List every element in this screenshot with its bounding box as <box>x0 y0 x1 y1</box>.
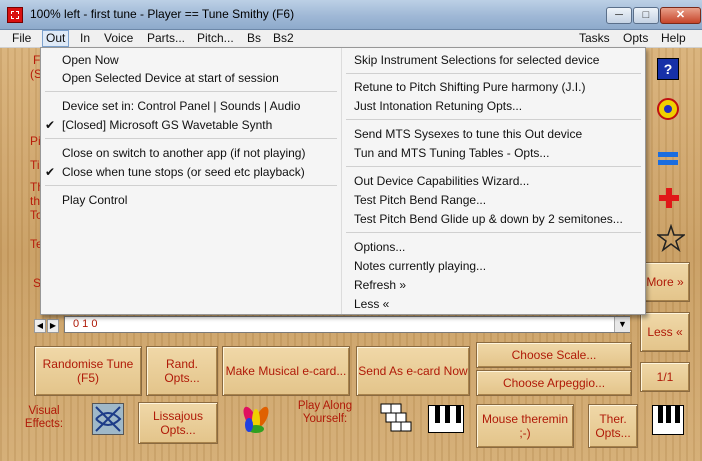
menu-item-ji-retuning-opts[interactable]: Just Intonation Retuning Opts... <box>342 97 645 115</box>
menu-item-gs-wavetable-synth[interactable]: ✔ [Closed] Microsoft GS Wavetable Synth <box>41 116 341 134</box>
menu-pitch[interactable]: Pitch... <box>194 31 237 46</box>
play-along-label: Play Along Yourself: <box>297 400 353 425</box>
menu-parts[interactable]: Parts... <box>144 31 188 46</box>
menu-file[interactable]: File <box>9 31 34 46</box>
randomise-tune-button[interactable]: Randomise Tune (F5) <box>34 346 142 396</box>
choose-scale-button[interactable]: Choose Scale... <box>476 342 632 368</box>
menu-separator <box>45 138 337 139</box>
out-menu-dropdown: Open Now Open Selected Device at start o… <box>40 47 646 315</box>
maximize-button[interactable]: □ <box>633 7 659 24</box>
menu-tasks[interactable]: Tasks <box>576 31 613 46</box>
lissajous-opts-button[interactable]: Lissajous Opts... <box>138 402 218 444</box>
combo-dropdown-button[interactable]: ▼ <box>614 317 630 332</box>
target-icon[interactable] <box>657 98 679 120</box>
menu-item-refresh[interactable]: Refresh » <box>342 276 645 294</box>
help-icon[interactable]: ? <box>657 58 679 80</box>
menu-separator <box>346 232 641 233</box>
choose-arpeggio-button[interactable]: Choose Arpeggio... <box>476 370 632 396</box>
menu-separator <box>346 166 641 167</box>
piano-icon[interactable] <box>428 405 464 433</box>
app-icon[interactable] <box>7 7 23 23</box>
menu-item-retune-pure-harmony[interactable]: Retune to Pitch Shifting Pure harmony (J… <box>342 78 645 96</box>
close-button[interactable]: ✕ <box>660 7 701 24</box>
make-musical-ecard-button[interactable]: Make Musical e-card... <box>222 346 350 396</box>
hidden-label-6: th <box>30 194 41 208</box>
menu-voice[interactable]: Voice <box>101 31 136 46</box>
menu-item-device-set-in[interactable]: Device set in: Control Panel | Sounds | … <box>41 97 341 115</box>
window-title: 100% left - first tune - Player == Tune … <box>30 7 295 21</box>
menu-in[interactable]: In <box>77 31 93 46</box>
menu-bs[interactable]: Bs <box>244 31 264 46</box>
seed-combo[interactable]: 0 1 0 <box>64 316 630 333</box>
star-icon[interactable] <box>655 223 687 253</box>
checkmark-icon: ✔ <box>45 118 56 132</box>
equals-icon[interactable] <box>657 148 679 170</box>
menu-item-options[interactable]: Options... <box>342 238 645 256</box>
title-bar: 100% left - first tune - Player == Tune … <box>0 0 702 30</box>
out-menu-left-column: Open Now Open Selected Device at start o… <box>41 48 342 314</box>
send-ecard-button[interactable]: Send As e-card Now <box>356 346 470 396</box>
menu-item-close-when-tune-stops[interactable]: ✔ Close when tune stops (or seed etc play… <box>41 163 341 181</box>
scroll-left-button[interactable]: ◀ <box>34 319 46 333</box>
visual-effects-label: Visual Effects: <box>24 405 64 430</box>
menu-item-skip-instrument-selections[interactable]: Skip Instrument Selections for selected … <box>342 51 645 69</box>
menu-item-less[interactable]: Less « <box>342 295 645 313</box>
menu-out[interactable]: Out <box>42 30 70 47</box>
more-button[interactable]: More » <box>640 262 690 302</box>
steps-icon[interactable] <box>380 403 416 433</box>
checkmark-icon: ✔ <box>45 165 56 179</box>
menu-bar: File Out In Voice Parts... Pitch... Bs B… <box>0 30 702 48</box>
minimize-button[interactable]: ─ <box>606 7 632 24</box>
plus-icon[interactable] <box>659 188 681 210</box>
menu-separator <box>45 185 337 186</box>
menu-item-notes-playing[interactable]: Notes currently playing... <box>342 257 645 275</box>
page-indicator-button[interactable]: 1/1 <box>640 362 690 392</box>
menu-item-close-on-switch[interactable]: Close on switch to another app (if not p… <box>41 144 341 162</box>
hidden-label-4: Ti <box>30 158 40 172</box>
rand-opts-button[interactable]: Rand. Opts... <box>146 346 218 396</box>
menu-separator <box>346 73 641 74</box>
menu-bs2[interactable]: Bs2 <box>270 31 297 46</box>
mouse-theremin-button[interactable]: Mouse theremin ;-) <box>476 404 574 448</box>
menu-item-test-pitch-bend-glide[interactable]: Test Pitch Bend Glide up & down by 2 sem… <box>342 210 645 228</box>
menu-help[interactable]: Help <box>658 31 689 46</box>
menu-item-play-control[interactable]: Play Control <box>41 191 341 209</box>
lissajous-icon[interactable] <box>92 403 124 435</box>
menu-separator <box>45 91 337 92</box>
flower-icon[interactable] <box>240 403 272 437</box>
menu-item-open-now[interactable]: Open Now <box>41 51 341 69</box>
less-button[interactable]: Less « <box>640 312 690 352</box>
menu-item-open-selected-device[interactable]: Open Selected Device at start of session <box>41 69 341 87</box>
piano-keys-icon[interactable] <box>652 405 684 435</box>
menu-item-capabilities-wizard[interactable]: Out Device Capabilities Wizard... <box>342 172 645 190</box>
menu-separator <box>346 119 641 120</box>
menu-item-send-mts-sysexes[interactable]: Send MTS Sysexes to tune this Out device <box>342 125 645 143</box>
menu-opts[interactable]: Opts <box>620 31 651 46</box>
menu-item-test-pitch-bend-range[interactable]: Test Pitch Bend Range... <box>342 191 645 209</box>
ther-opts-button[interactable]: Ther. Opts... <box>588 404 638 448</box>
scroll-right-button[interactable]: ▶ <box>47 319 59 333</box>
menu-item-mts-tuning-tables[interactable]: Tun and MTS Tuning Tables - Opts... <box>342 144 645 162</box>
